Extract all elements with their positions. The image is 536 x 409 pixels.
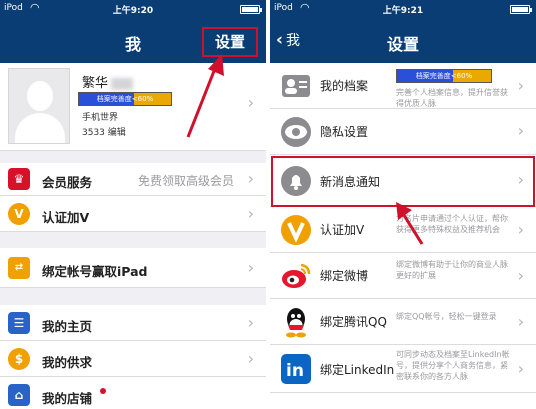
settings-item-privacy[interactable]: 隐私设置 › — [270, 109, 536, 155]
settings-item-desc: 绑定QQ帐号，轻松一键登录 — [396, 312, 497, 321]
v-badge-icon: V — [8, 203, 30, 225]
settings-item-partial — [270, 393, 536, 409]
left-screen: iPod ◠ 上午9:20 我 设置 繁华 档案完善度<60% 手机世界 353… — [0, 0, 266, 409]
menu-item-label: 我的主页 — [42, 319, 93, 334]
profile-name: 繁华 — [82, 72, 134, 91]
settings-item-desc: 绑定微博有助于让你的商业人脉更好的扩展 — [396, 260, 508, 280]
coin-icon: $ — [8, 348, 30, 370]
settings-item-weibo[interactable]: 绑定微博 绑定微博有助于让你的商业人脉更好的扩展 › — [270, 253, 536, 299]
chevron-right-icon: › — [247, 169, 254, 188]
profile-stats: 3533 编辑 — [82, 128, 126, 138]
menu-item-verify[interactable]: V 认证加V › — [0, 196, 266, 232]
settings-item-desc: 可同步动态及档案至LinkedIn帐号，提供分享个人商务信息，紧密联系你的各方人… — [396, 350, 510, 381]
eye-icon — [281, 117, 311, 147]
list-icon: ☰ — [8, 312, 30, 334]
settings-item-linkedin[interactable]: in 绑定LinkedIn 可同步动态及档案至LinkedIn帐号，提供分享个人… — [270, 345, 536, 393]
menu-item-label: 会员服务 — [42, 175, 93, 190]
chevron-right-icon: › — [517, 76, 524, 95]
profile-progress-bar: 档案完善度<60% — [396, 69, 492, 83]
profile-card-icon — [282, 75, 310, 97]
profile-company: 手机世界 — [82, 113, 119, 123]
menu-item-supply[interactable]: $ 我的供求 › — [0, 341, 266, 377]
profile-name-text: 繁华 — [82, 76, 109, 91]
menu-item-label: 认证加V — [42, 210, 90, 225]
red-arrow-pointer — [396, 202, 424, 245]
settings-item-label: 绑定腾讯QQ — [320, 315, 387, 329]
status-bar: iPod ◠ 上午9:21 — [270, 0, 536, 19]
menu-item-label: 我的店铺 — [42, 388, 107, 407]
settings-item-label: 认证加V — [320, 223, 365, 237]
chevron-right-icon: › — [517, 220, 524, 239]
chevron-right-icon: › — [247, 93, 254, 112]
chevron-right-icon: › — [517, 312, 524, 331]
link-icon: ⇄ — [8, 257, 30, 279]
menu-item-label: 绑定帐号赢取iPad — [42, 264, 148, 279]
red-arrow-pointer — [186, 54, 224, 138]
qq-icon — [286, 308, 306, 338]
settings-item-profile[interactable]: 我的档案 档案完善度<60% 完善个人档案信息，提升信誉获得优质人脉 › — [270, 63, 536, 109]
menu-item-label-text: 我的店铺 — [42, 391, 93, 406]
battery-icon — [510, 5, 532, 14]
settings-item-label: 隐私设置 — [320, 125, 369, 139]
menu-item-store[interactable]: ⌂ 我的店铺 — [0, 377, 266, 409]
page-title: 设置 — [386, 35, 419, 54]
chevron-right-icon: › — [247, 313, 254, 332]
settings-item-label: 绑定微博 — [320, 269, 369, 283]
progress-label: 档案完善度<60% — [415, 72, 473, 80]
svg-text:in: in — [286, 361, 304, 381]
progress-label: 档案完善度<60% — [96, 95, 154, 103]
menu-item-homepage[interactable]: ☰ 我的主页 › — [0, 305, 266, 341]
chevron-right-icon: › — [517, 266, 524, 285]
status-bar: iPod ◠ 上午9:20 — [0, 0, 266, 19]
battery-icon — [240, 5, 262, 14]
navigation-bar: ‹ 我 设置 — [270, 19, 536, 63]
settings-item-qq[interactable]: 绑定腾讯QQ 绑定QQ帐号，轻松一键登录 › — [270, 299, 536, 345]
settings-item-label: 绑定LinkedIn — [320, 363, 395, 377]
crown-icon: ♛ — [8, 168, 30, 190]
status-time: 上午9:20 — [112, 6, 154, 16]
right-screen: iPod ◠ 上午9:21 ‹ 我 设置 我的档案 档案完善度<60% 完善个人档… — [270, 0, 536, 409]
store-icon: ⌂ — [8, 384, 30, 406]
v-badge-icon — [281, 215, 311, 245]
weibo-icon — [282, 263, 311, 288]
chevron-right-icon: › — [517, 359, 524, 378]
menu-item-membership[interactable]: ♛ 会员服务 免费领取高级会员 › — [0, 163, 266, 196]
menu-item-sub: 免费领取高级会员 — [137, 174, 234, 188]
chevron-right-icon: › — [517, 121, 524, 140]
chevron-right-icon: › — [247, 258, 254, 277]
menu-item-label: 我的供求 — [42, 355, 93, 370]
blurred-name — [111, 77, 134, 90]
settings-item-desc: 完善个人档案信息，提升信誉获得优质人脉 — [396, 88, 508, 108]
status-time: 上午9:21 — [382, 6, 424, 16]
chevron-right-icon: › — [247, 349, 254, 368]
profile-progress-bar: 档案完善度<60% — [78, 92, 172, 106]
avatar — [8, 68, 70, 144]
new-badge-dot — [100, 388, 107, 394]
linkedin-icon: in — [281, 354, 311, 384]
settings-item-label: 我的档案 — [320, 79, 369, 93]
chevron-right-icon: › — [247, 204, 254, 223]
menu-item-bind-account[interactable]: ⇄ 绑定帐号赢取iPad › — [0, 248, 266, 288]
